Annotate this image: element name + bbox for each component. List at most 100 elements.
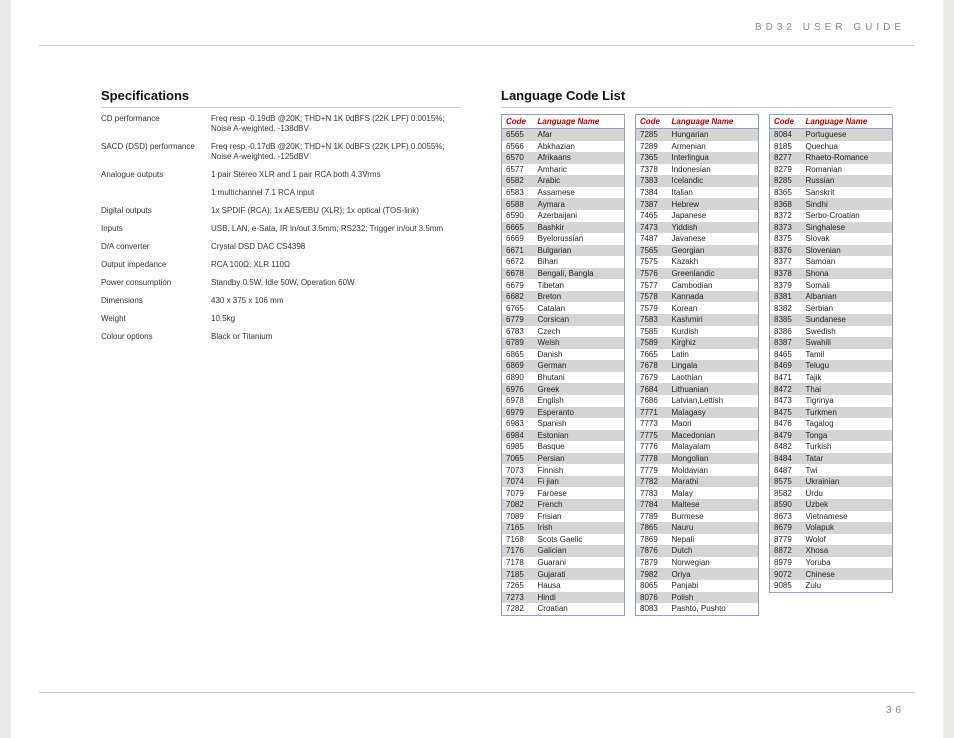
code-cell: 6582 xyxy=(502,175,534,187)
code-cell: 7387 xyxy=(636,198,668,210)
name-cell: Rhaeto-Romance xyxy=(802,152,893,164)
code-cell: 7079 xyxy=(502,487,534,499)
code-cell: 7273 xyxy=(502,592,534,604)
name-cell: Bashkir xyxy=(534,222,625,234)
name-cell: Tonga xyxy=(802,430,893,442)
name-cell: Bihari xyxy=(534,256,625,268)
code-cell: 7876 xyxy=(636,545,668,557)
table-row: 8377Samoan xyxy=(770,256,893,268)
code-cell: 8872 xyxy=(770,545,802,557)
name-cell: Slovenian xyxy=(802,245,893,257)
code-cell: 8673 xyxy=(770,511,802,523)
table-row: 8673Vietnamese xyxy=(770,511,893,523)
name-cell: Persian xyxy=(534,453,625,465)
table-row: 8386Swedish xyxy=(770,326,893,338)
name-cell: Kashmiri xyxy=(668,314,759,326)
table-row: 6583Assamese xyxy=(502,187,625,199)
table-row: 7176Galician xyxy=(502,545,625,557)
language-column: CodeLanguage Name8084Portuguese8185Quech… xyxy=(769,114,893,616)
name-cell: Sindhi xyxy=(802,198,893,210)
code-cell: 8473 xyxy=(770,395,802,407)
code-cell: 6979 xyxy=(502,407,534,419)
name-cell: Romanian xyxy=(802,164,893,176)
table-row: 8979Yoruba xyxy=(770,557,893,569)
name-cell: Cambodian xyxy=(668,279,759,291)
code-cell: 7789 xyxy=(636,511,668,523)
code-cell: 6588 xyxy=(502,198,534,210)
name-cell: Russian xyxy=(802,175,893,187)
table-row: 7074Fi jian xyxy=(502,476,625,488)
code-cell: 8472 xyxy=(770,383,802,395)
spec-label: Digital outputs xyxy=(101,206,211,216)
code-cell: 7585 xyxy=(636,326,668,338)
spec-label: Power consumption xyxy=(101,278,211,288)
code-cell: 8365 xyxy=(770,187,802,199)
name-cell: Latvian,Lettish xyxy=(668,395,759,407)
code-cell: 6672 xyxy=(502,256,534,268)
name-cell: Javanese xyxy=(668,233,759,245)
table-row: 7282Croatian xyxy=(502,603,625,615)
name-cell: Danish xyxy=(534,349,625,361)
code-cell: 7082 xyxy=(502,499,534,511)
name-cell: Tagalog xyxy=(802,418,893,430)
table-row: 8379Somali xyxy=(770,279,893,291)
name-cell: German xyxy=(534,360,625,372)
table-row: 6582Arabic xyxy=(502,175,625,187)
code-cell: 7579 xyxy=(636,302,668,314)
table-row: 6682Breton xyxy=(502,291,625,303)
language-table: CodeLanguage Name7285Hungarian7289Armeni… xyxy=(635,114,759,616)
name-cell: Interlingua xyxy=(668,152,759,164)
name-cell: Icelandic xyxy=(668,175,759,187)
table-row: 7779Moldavian xyxy=(636,464,759,476)
name-cell: Urdu xyxy=(802,487,893,499)
table-row: 7273Hindi xyxy=(502,592,625,604)
table-row: 7771Malagasy xyxy=(636,407,759,419)
name-cell: Hungarian xyxy=(668,129,759,141)
spec-row: 1 multichannel 7.1 RCA input xyxy=(101,188,461,198)
name-cell: Swedish xyxy=(802,326,893,338)
name-cell: Malayalam xyxy=(668,441,759,453)
code-cell: 7074 xyxy=(502,476,534,488)
name-cell: Faroese xyxy=(534,487,625,499)
name-cell: Greek xyxy=(534,383,625,395)
name-cell: Guarani xyxy=(534,557,625,569)
table-row: 7577Cambodian xyxy=(636,279,759,291)
code-cell: 8375 xyxy=(770,233,802,245)
table-row: 6588Aymara xyxy=(502,198,625,210)
table-row: 6678Bengali, Bangla xyxy=(502,268,625,280)
table-row: 8779Wolof xyxy=(770,534,893,546)
spec-row: InputsUSB, LAN, e-Sata, IR in/out 3.5mm;… xyxy=(101,224,461,234)
name-cell: Kirghiz xyxy=(668,337,759,349)
table-row: 7775Macedonian xyxy=(636,430,759,442)
table-row: 8473Tigrinya xyxy=(770,395,893,407)
table-row: 7465Japanese xyxy=(636,210,759,222)
code-cell: 7775 xyxy=(636,430,668,442)
name-cell: Basque xyxy=(534,441,625,453)
table-row: 6765Catalan xyxy=(502,302,625,314)
table-row: 7684Lithuanian xyxy=(636,383,759,395)
table-row: 9072Chinese xyxy=(770,568,893,580)
name-cell: Sundanese xyxy=(802,314,893,326)
code-cell: 6570 xyxy=(502,152,534,164)
name-cell: Dutch xyxy=(668,545,759,557)
spec-value: RCA 100Ω; XLR 110Ω xyxy=(211,260,461,270)
table-row: 7384Italian xyxy=(636,187,759,199)
table-row: 7079Faroese xyxy=(502,487,625,499)
table-row: 7782Marathi xyxy=(636,476,759,488)
table-row: 8185Quechua xyxy=(770,141,893,153)
code-cell: 8590 xyxy=(770,499,802,511)
code-cell: 8582 xyxy=(770,487,802,499)
spec-list: CD performanceFreq resp -0.19dB @20K; TH… xyxy=(101,114,461,342)
code-cell: 7285 xyxy=(636,129,668,141)
table-row: 9085Zulu xyxy=(770,580,893,592)
name-cell: Kannada xyxy=(668,291,759,303)
name-cell: Kazakh xyxy=(668,256,759,268)
table-row: 8381Albanian xyxy=(770,291,893,303)
name-cell: Arabic xyxy=(534,175,625,187)
name-cell: Zulu xyxy=(802,580,893,592)
table-row: 6890Bhutani xyxy=(502,372,625,384)
table-row: 7473Yiddish xyxy=(636,222,759,234)
spec-label: Analogue outputs xyxy=(101,170,211,180)
table-row: 8065Panjabi xyxy=(636,580,759,592)
name-cell: Armenian xyxy=(668,141,759,153)
